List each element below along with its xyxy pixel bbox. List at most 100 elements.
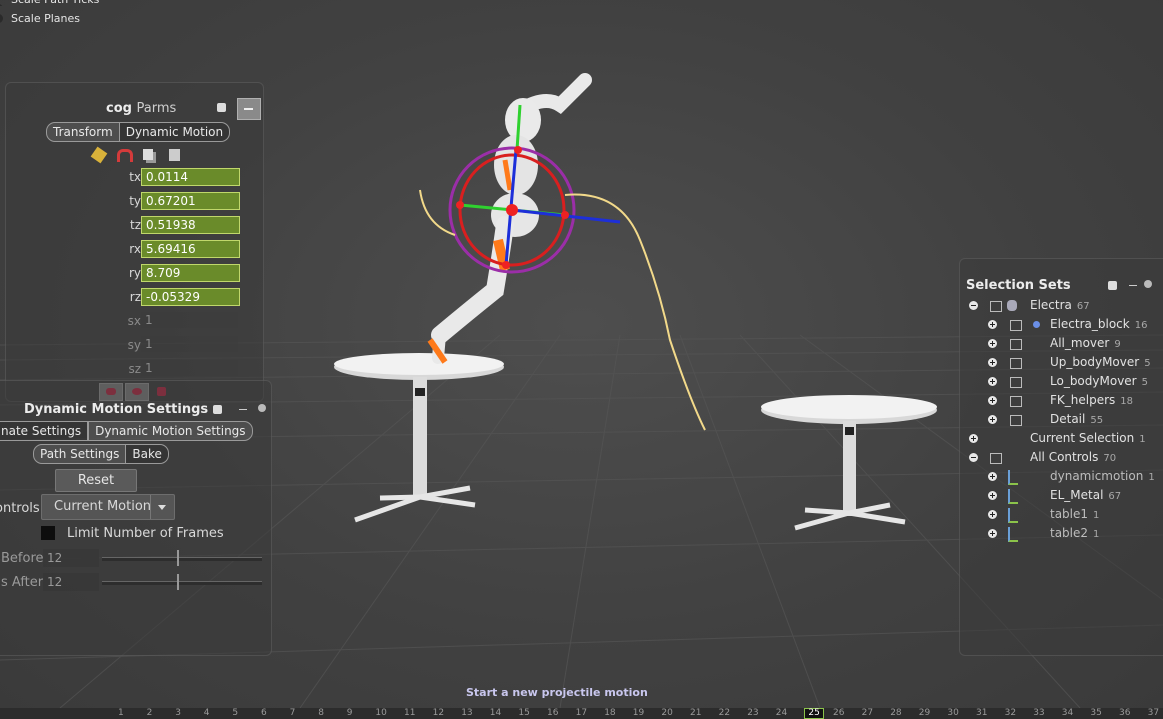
parm-sy-field[interactable]: 1 — [141, 336, 238, 352]
timeline-frame[interactable]: 30 — [947, 708, 958, 719]
timeline-frame[interactable]: 26 — [833, 708, 844, 719]
timeline-frame[interactable]: 22 — [719, 708, 730, 719]
timeline-frame[interactable]: 33 — [1033, 708, 1044, 719]
lock-icon[interactable] — [1108, 281, 1117, 290]
set-row-dynamicmotion[interactable]: dynamicmotion 1 — [960, 467, 1160, 486]
set-row-el-metal[interactable]: EL_Metal 67 — [960, 486, 1160, 505]
timeline-current-frame[interactable]: 25 — [804, 708, 824, 719]
parm-ty-field[interactable]: 0.67201 — [141, 192, 240, 210]
timeline-frame[interactable]: 32 — [1005, 708, 1016, 719]
timeline-frame[interactable]: 2 — [147, 708, 153, 719]
timeline-frame[interactable]: 24 — [776, 708, 787, 719]
timeline-frame[interactable]: 34 — [1062, 708, 1073, 719]
timeline-frame[interactable]: 3 — [175, 708, 181, 719]
parm-tz-field[interactable]: 0.51938 — [141, 216, 240, 234]
expand-icon[interactable] — [988, 472, 997, 481]
timeline-frame[interactable]: 15 — [518, 708, 529, 719]
timeline-frame[interactable]: 35 — [1090, 708, 1101, 719]
timeline-frame[interactable]: 31 — [976, 708, 987, 719]
brush-icon[interactable] — [90, 146, 108, 164]
minimize-icon[interactable] — [1129, 285, 1137, 286]
frames-after-field[interactable]: 12 — [43, 573, 99, 591]
timeline-frame[interactable]: 37 — [1148, 708, 1159, 719]
timeline-frame[interactable]: 14 — [490, 708, 501, 719]
option-scale-planes[interactable]: Scale Planes — [0, 10, 99, 28]
timeline-frame[interactable]: 29 — [919, 708, 930, 719]
timeline-frame[interactable]: 7 — [290, 708, 296, 719]
collapse-icon[interactable] — [969, 453, 978, 462]
timeline-frame[interactable]: 17 — [576, 708, 587, 719]
expand-icon[interactable] — [988, 377, 997, 386]
timeline-frame[interactable]: 4 — [204, 708, 210, 719]
timeline-frame[interactable]: 11 — [404, 708, 415, 719]
expand-icon[interactable] — [988, 358, 997, 367]
timeline-frame[interactable]: 9 — [347, 708, 353, 719]
collapse-button[interactable] — [237, 98, 261, 120]
set-row-up-bodymover[interactable]: Up_bodyMover 5 — [960, 353, 1160, 372]
timeline-frame[interactable]: 12 — [433, 708, 444, 719]
set-row-detail[interactable]: Detail 55 — [960, 410, 1160, 429]
set-row-electra-block[interactable]: Electra_block 16 — [960, 315, 1160, 334]
frames-before-slider[interactable] — [102, 550, 262, 566]
set-row-fk-helpers[interactable]: FK_helpers 18 — [960, 391, 1160, 410]
frames-before-slider-handle[interactable] — [177, 550, 179, 566]
expand-icon[interactable] — [988, 320, 997, 329]
lock-icon[interactable] — [213, 405, 222, 414]
collapse-icon[interactable] — [969, 301, 978, 310]
pin-icon[interactable] — [1144, 280, 1152, 288]
pin-icon[interactable] — [258, 404, 266, 412]
table-2[interactable] — [761, 395, 937, 531]
timeline-frame[interactable]: 18 — [604, 708, 615, 719]
parm-tx-field[interactable]: 0.0114 — [141, 168, 240, 186]
timeline-frame[interactable]: 16 — [547, 708, 558, 719]
set-row-all-controls[interactable]: All Controls 70 — [960, 448, 1160, 467]
minimize-icon[interactable] — [239, 409, 247, 410]
reset-button[interactable]: Reset — [55, 469, 137, 492]
expand-icon[interactable] — [988, 396, 997, 405]
expand-icon[interactable] — [988, 339, 997, 348]
tab-transform[interactable]: Transform — [46, 122, 120, 142]
tab-animate-settings[interactable]: nate Settings — [0, 421, 89, 441]
frames-after-slider-handle[interactable] — [177, 574, 179, 590]
parm-rz-field[interactable]: -0.05329 — [141, 288, 240, 306]
expand-icon[interactable] — [988, 491, 997, 500]
frames-before-field[interactable]: 12 — [43, 549, 99, 567]
table-1[interactable] — [334, 353, 504, 523]
timeline[interactable]: 1 2 3 4 5 6 7 8 9 10 11 12 13 14 15 16 17 18 19 20 21 22 23 24 2… — [0, 708, 1163, 719]
timeline-frame[interactable]: 8 — [318, 708, 324, 719]
set-row-lo-bodymover[interactable]: Lo_bodyMover 5 — [960, 372, 1160, 391]
timeline-frame[interactable]: 6 — [261, 708, 267, 719]
magnet-icon[interactable] — [117, 149, 133, 162]
paste-icon[interactable] — [169, 149, 180, 161]
controls-dropdown[interactable]: Current Motion — [41, 494, 175, 520]
expand-icon[interactable] — [969, 434, 978, 443]
timeline-frame[interactable]: 10 — [375, 708, 386, 719]
tab-dynamic-motion[interactable]: Dynamic Motion — [119, 122, 231, 142]
option-scale-path-ticks[interactable]: Scale Path Ticks — [0, 0, 99, 6]
lock-icon[interactable] — [217, 103, 226, 112]
timeline-frame[interactable]: 28 — [890, 708, 901, 719]
timeline-frame[interactable]: 23 — [747, 708, 758, 719]
set-row-electra[interactable]: Electra 67 — [960, 296, 1160, 315]
timeline-frame[interactable]: 13 — [461, 708, 472, 719]
timeline-frame[interactable]: 27 — [862, 708, 873, 719]
tab-bake[interactable]: Bake — [126, 444, 169, 464]
tab-path-settings[interactable]: Path Settings — [33, 444, 127, 464]
timeline-frame[interactable]: 5 — [232, 708, 238, 719]
timeline-frame[interactable]: 20 — [661, 708, 672, 719]
timeline-frame[interactable]: 19 — [633, 708, 644, 719]
set-row-all-mover[interactable]: All_mover 9 — [960, 334, 1160, 353]
parm-ry-field[interactable]: 8.709 — [141, 264, 240, 282]
limit-frames-checkbox[interactable] — [41, 526, 55, 540]
timeline-frame[interactable]: 36 — [1119, 708, 1130, 719]
expand-icon[interactable] — [988, 529, 997, 538]
timeline-frame[interactable]: 1 — [118, 708, 124, 719]
copy-icon[interactable] — [143, 149, 153, 160]
parm-rx-field[interactable]: 5.69416 — [141, 240, 240, 258]
frames-after-slider[interactable] — [102, 574, 262, 590]
parm-sz-field[interactable]: 1 — [141, 360, 238, 376]
expand-icon[interactable] — [988, 415, 997, 424]
set-row-table1[interactable]: table1 1 — [960, 505, 1160, 524]
expand-icon[interactable] — [988, 510, 997, 519]
parm-sx-field[interactable]: 1 — [141, 312, 238, 328]
